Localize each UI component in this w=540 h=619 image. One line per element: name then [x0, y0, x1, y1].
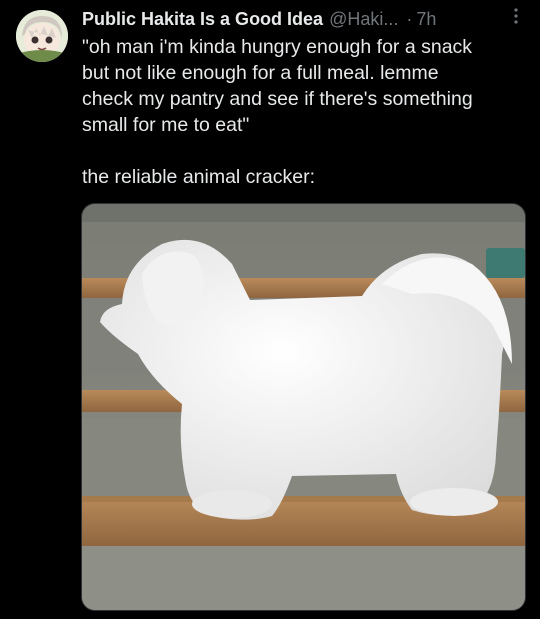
anime-girl-avatar-icon — [16, 10, 68, 62]
tweet-text: "oh man i'm kinda hungry enough for a sn… — [82, 36, 473, 188]
avatar[interactable] — [16, 10, 68, 62]
author-handle[interactable]: @Haki... — [329, 9, 398, 30]
separator-dot: · — [406, 8, 413, 29]
more-vertical-icon[interactable] — [504, 4, 528, 28]
tweet-media-image[interactable] — [81, 203, 526, 611]
dog-photo — [82, 204, 525, 610]
timestamp[interactable]: 7h — [416, 9, 436, 30]
author-name[interactable]: Public Hakita Is a Good Idea — [82, 9, 323, 30]
tweet-header: Public Hakita Is a Good Idea @Haki... · … — [82, 6, 524, 32]
